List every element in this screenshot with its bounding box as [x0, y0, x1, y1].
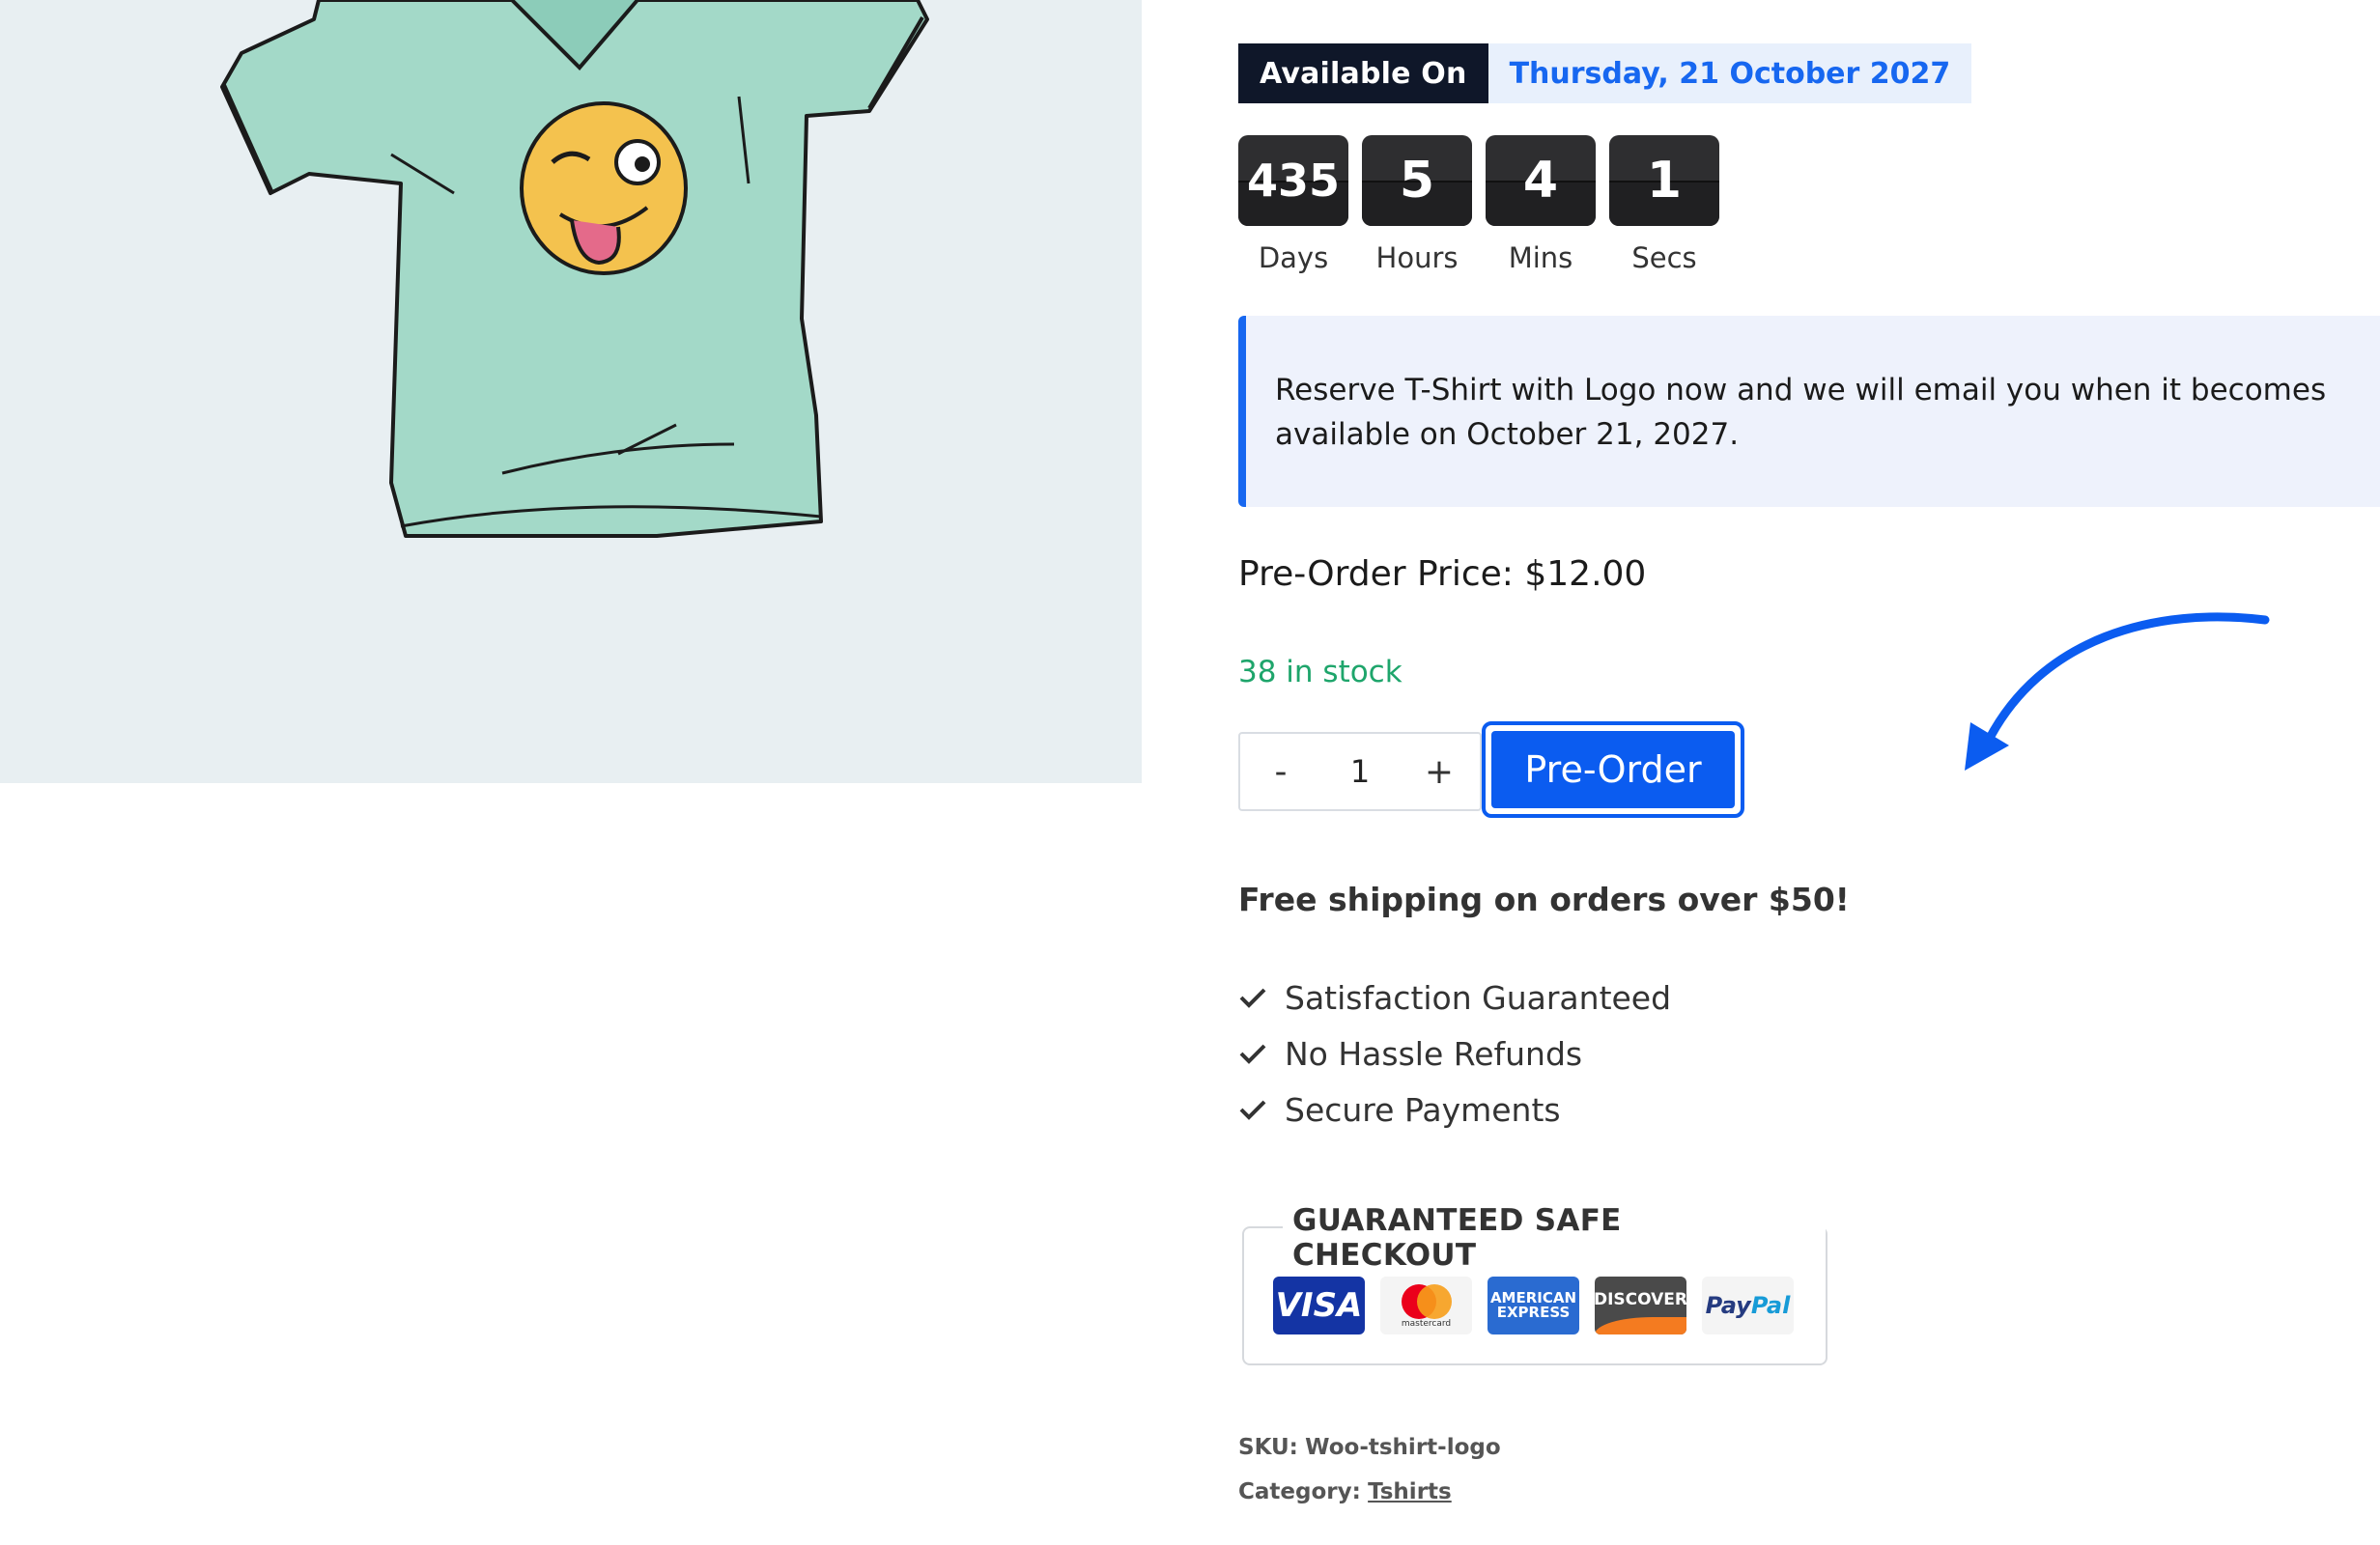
feature-item: Satisfaction Guaranteed — [1238, 969, 1671, 1025]
amex-line2: EXPRESS — [1496, 1304, 1571, 1321]
countdown-label: Secs — [1631, 241, 1697, 274]
discover-label: DISCOVER — [1595, 1290, 1686, 1309]
feature-label: Satisfaction Guaranteed — [1285, 978, 1672, 1017]
countdown-box: 4 — [1486, 135, 1596, 226]
countdown-value: 4 — [1522, 152, 1559, 210]
countdown-secs: 1 Secs — [1609, 135, 1719, 274]
countdown-box: 5 — [1362, 135, 1472, 226]
sku-line: SKU: Woo-tshirt-logo — [1238, 1435, 1501, 1460]
preorder-button-highlight: Pre-Order — [1482, 721, 1744, 818]
quantity-stepper: - 1 + — [1238, 732, 1482, 811]
feature-list: Satisfaction Guaranteed No Hassle Refund… — [1238, 969, 1671, 1138]
countdown-value: 5 — [1399, 152, 1435, 210]
mastercard-icon: mastercard — [1380, 1277, 1472, 1334]
countdown-value: 435 — [1246, 154, 1341, 207]
checkmark-icon — [1239, 988, 1266, 1008]
countdown-mins: 4 Mins — [1486, 135, 1596, 274]
countdown-days: 435 Days — [1238, 135, 1348, 274]
safe-checkout-box: GUARANTEED SAFE CHECKOUT VISA mastercard… — [1242, 1203, 1828, 1365]
pointer-arrow-icon — [1965, 612, 2270, 771]
countdown-label: Mins — [1508, 241, 1573, 274]
countdown-box: 1 — [1609, 135, 1719, 226]
countdown-box: 435 — [1238, 135, 1348, 226]
sku-value: Woo-tshirt-logo — [1305, 1435, 1501, 1460]
preorder-price: Pre-Order Price: $12.00 — [1238, 554, 1647, 594]
category-label: Category: — [1238, 1479, 1361, 1504]
paypal-label-2: Pal — [1750, 1292, 1791, 1319]
stock-status: 38 in stock — [1238, 655, 1402, 689]
countdown-label: Days — [1258, 241, 1329, 274]
preorder-button[interactable]: Pre-Order — [1491, 731, 1735, 808]
paypal-label-1: Pay — [1705, 1292, 1751, 1319]
feature-item: No Hassle Refunds — [1238, 1025, 1671, 1082]
discover-icon: DISCOVER — [1595, 1277, 1686, 1334]
countdown-hours: 5 Hours — [1362, 135, 1472, 274]
category-line: Category: Tshirts — [1238, 1479, 1452, 1504]
countdown-label: Hours — [1375, 241, 1459, 274]
availability-badge: Available On Thursday, 21 October 2027 — [1238, 43, 1972, 103]
shipping-info: Free shipping on orders over $50! — [1238, 881, 1850, 918]
feature-label: Secure Payments — [1285, 1090, 1561, 1129]
feature-item: Secure Payments — [1238, 1082, 1671, 1138]
paypal-icon: Pay Pal — [1702, 1277, 1794, 1334]
quantity-input[interactable]: 1 — [1321, 753, 1399, 790]
availability-date: Thursday, 21 October 2027 — [1488, 43, 1972, 103]
countdown-value: 1 — [1646, 152, 1683, 210]
countdown-timer: 435 Days 5 Hours 4 Mins 1 Secs — [1238, 135, 1719, 274]
quantity-increase-button[interactable]: + — [1399, 752, 1480, 792]
checkmark-icon — [1239, 1044, 1266, 1064]
safe-checkout-title: GUARANTEED SAFE CHECKOUT — [1283, 1203, 1826, 1273]
category-link[interactable]: Tshirts — [1368, 1479, 1452, 1504]
amex-icon: AMERICAN EXPRESS — [1488, 1277, 1579, 1334]
payment-cards: VISA mastercard AMERICAN EXPRESS DISCOVER… — [1273, 1277, 1794, 1334]
product-summary: Available On Thursday, 21 October 2027 4… — [1238, 0, 2380, 1545]
mastercard-label: mastercard — [1401, 1319, 1452, 1329]
visa-label: VISA — [1275, 1286, 1363, 1325]
product-image[interactable] — [0, 0, 1142, 783]
tshirt-illustration — [220, 0, 929, 538]
checkmark-icon — [1239, 1100, 1266, 1120]
mastercard-circles — [1401, 1284, 1452, 1319]
preorder-notice: Reserve T-Shirt with Logo now and we wil… — [1238, 316, 2380, 507]
visa-icon: VISA — [1273, 1277, 1365, 1334]
feature-label: No Hassle Refunds — [1285, 1034, 1583, 1073]
quantity-decrease-button[interactable]: - — [1240, 752, 1321, 792]
sku-label: SKU: — [1238, 1435, 1298, 1460]
availability-label: Available On — [1238, 43, 1488, 103]
